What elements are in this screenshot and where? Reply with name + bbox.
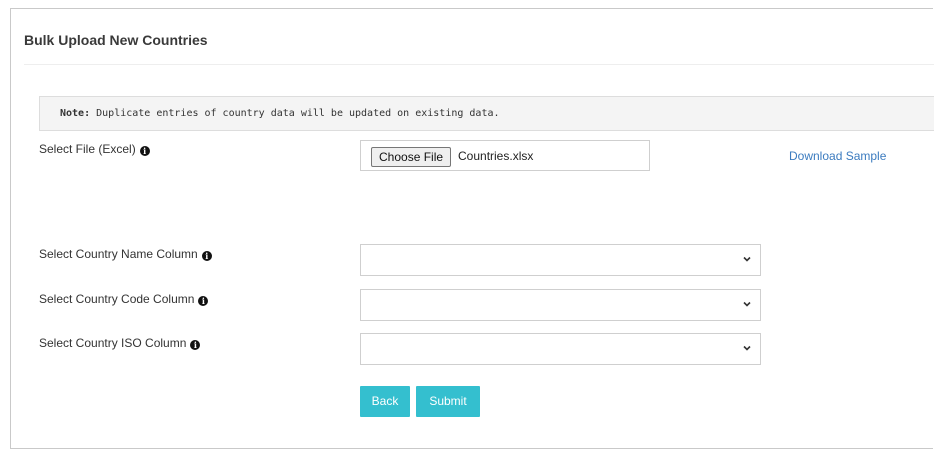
bulk-upload-panel: Bulk Upload New Countries Note: Duplicat… xyxy=(10,8,934,449)
file-input[interactable]: Choose File Countries.xlsx xyxy=(360,140,650,171)
country-code-column-select[interactable] xyxy=(360,289,761,321)
country-iso-column-select[interactable] xyxy=(360,333,761,365)
country-iso-column-label: Select Country ISO Column i xyxy=(39,336,201,350)
note-box: Note: Duplicate entries of country data … xyxy=(39,96,934,131)
info-icon[interactable]: i xyxy=(201,251,212,261)
info-icon[interactable]: i xyxy=(198,296,209,306)
note-prefix: Note: xyxy=(60,108,91,119)
page-title: Bulk Upload New Countries xyxy=(24,32,208,48)
submit-button[interactable]: Submit xyxy=(416,386,480,417)
file-field-label: Select File (Excel) i xyxy=(39,142,150,156)
country-name-column-label: Select Country Name Column i xyxy=(39,247,212,261)
chevron-down-icon xyxy=(743,301,751,307)
info-icon[interactable]: i xyxy=(139,146,150,156)
country-name-column-label-text: Select Country Name Column xyxy=(39,247,198,261)
download-sample-link[interactable]: Download Sample xyxy=(789,149,886,163)
country-code-column-label-text: Select Country Code Column xyxy=(39,292,195,306)
file-field-label-text: Select File (Excel) xyxy=(39,142,136,156)
title-divider xyxy=(24,64,934,65)
country-iso-column-label-text: Select Country ISO Column xyxy=(39,336,187,350)
choose-file-button[interactable]: Choose File xyxy=(371,147,452,167)
note-text: Duplicate entries of country data will b… xyxy=(90,108,500,119)
chevron-down-icon xyxy=(743,256,751,262)
country-code-column-label: Select Country Code Column i xyxy=(39,292,209,306)
info-icon[interactable]: i xyxy=(190,340,201,350)
country-name-column-select[interactable] xyxy=(360,244,761,276)
chevron-down-icon xyxy=(743,345,751,351)
back-button[interactable]: Back xyxy=(360,386,410,417)
selected-file-name: Countries.xlsx xyxy=(458,149,534,163)
